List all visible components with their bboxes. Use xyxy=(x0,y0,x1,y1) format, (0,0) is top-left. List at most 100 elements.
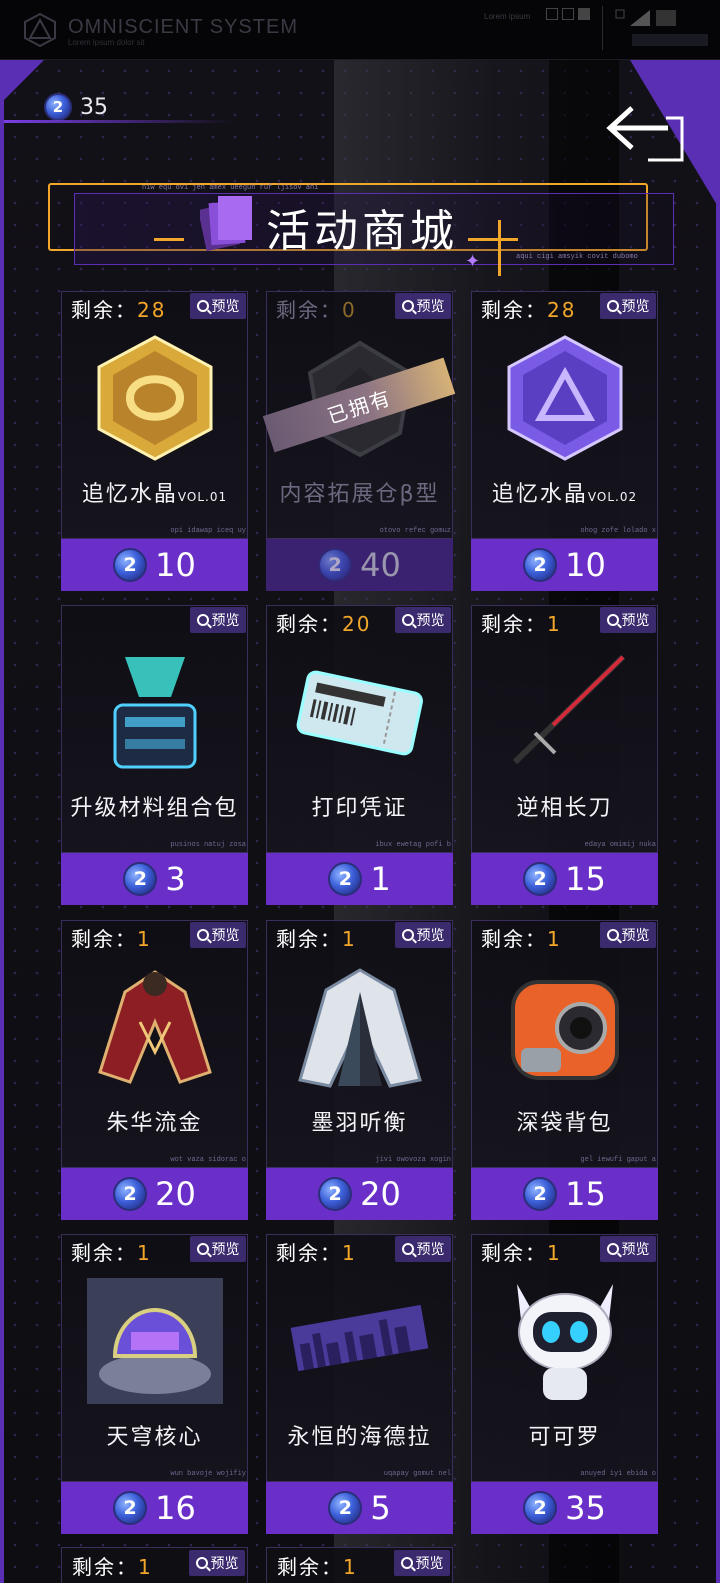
banner-small-text: aqui cigi amsyik covit dubomo xyxy=(516,253,638,261)
item-name: 逆相长刀 xyxy=(471,790,658,822)
preview-button[interactable]: 预览 xyxy=(395,922,451,948)
magnifier-icon xyxy=(400,1557,413,1569)
buy-button[interactable]: 2 16 xyxy=(61,1482,248,1534)
preview-button[interactable]: 预览 xyxy=(600,293,656,319)
remaining-count: 剩余：1 xyxy=(481,923,562,952)
remaining-count: 剩余：28 xyxy=(71,294,166,323)
shop-item-card[interactable]: 剩余：1 预览 深袋背包 gel iewufi gaput a 2 15 xyxy=(471,920,658,1222)
preview-button[interactable]: 预览 xyxy=(189,1550,245,1576)
buy-button[interactable]: 2 10 xyxy=(471,539,658,591)
magnifier-icon xyxy=(401,614,414,626)
preview-label: 预览 xyxy=(211,928,240,944)
shop-item-card[interactable]: 剩余：28 预览 追忆水晶VOL.02 ohog zofe lolado x 2 10 xyxy=(471,291,658,593)
blue-token-icon: 2 xyxy=(113,1491,148,1525)
remaining-count: 剩余：1 xyxy=(276,1237,357,1266)
shop-item-card[interactable]: 预览 升级材料组合包 pusinos natuj zosa 2 3 xyxy=(61,605,248,907)
buy-button[interactable]: 23 xyxy=(61,853,248,905)
blue-token-icon: 2 xyxy=(523,548,558,582)
price-value: 15 xyxy=(565,860,606,898)
remaining-count: 剩余：0 xyxy=(276,294,357,323)
buy-button[interactable]: 2 15 xyxy=(471,853,658,905)
system-divider xyxy=(602,6,603,50)
shop-panel: 2 35 niw equ ovi jen amex ueeguh ruf lji… xyxy=(0,60,720,1583)
item-name-text: 追忆水晶 xyxy=(81,482,178,507)
blue-token-icon: 2 xyxy=(523,862,558,896)
currency-underline xyxy=(4,120,234,123)
shop-item-card[interactable]: 剩余：20 预览 打印凭证 ibux ewetag pofi b 21 xyxy=(266,605,453,907)
currency-display: 2 35 xyxy=(44,93,108,121)
buy-button[interactable]: 21 xyxy=(266,853,453,905)
remaining-count: 剩余：1 xyxy=(481,608,562,637)
buy-button[interactable]: 2 35 xyxy=(471,1482,658,1534)
magnifier-icon xyxy=(606,300,619,312)
orange-backpack-icon xyxy=(491,960,639,1094)
dome-core-icon xyxy=(81,1274,229,1408)
magnifier-icon xyxy=(606,929,619,941)
magnifier-icon xyxy=(196,1243,209,1255)
shop-item-card[interactable]: 剩余：1 预览 xyxy=(61,1547,248,1583)
preview-button[interactable]: 预览 xyxy=(190,1236,246,1262)
preview-button[interactable]: 预览 xyxy=(394,1550,450,1576)
buy-button[interactable]: 2 20 xyxy=(61,1168,248,1220)
preview-button[interactable]: 预览 xyxy=(190,922,246,948)
remaining-value: 1 xyxy=(547,1241,562,1265)
magnifier-icon xyxy=(195,1557,208,1569)
item-name: 可可罗 xyxy=(471,1419,658,1451)
item-volume: VOL.02 xyxy=(587,490,638,504)
preview-label: 预览 xyxy=(621,299,650,315)
shop-item-card[interactable]: 剩余：1 预览 天穹核心 wun bavoje wojifiy 2 16 xyxy=(61,1234,248,1536)
preview-button[interactable]: 预览 xyxy=(600,1236,656,1262)
remaining-value: 1 xyxy=(137,927,152,951)
preview-button[interactable]: 预览 xyxy=(600,922,656,948)
preview-label: 预览 xyxy=(416,928,445,944)
magnifier-icon xyxy=(606,1243,619,1255)
remaining-count: 剩余：20 xyxy=(276,608,371,637)
item-small-text: anuyed iyi ebida o xyxy=(580,1470,656,1478)
item-name: 打印凭证 xyxy=(266,790,453,822)
item-name: 墨羽听衡 xyxy=(266,1105,453,1137)
shop-item-card[interactable]: 剩余：28 预览 追忆水晶VOL.01 opi idawap iceq uy 2 10 xyxy=(61,291,248,593)
item-name-text: 可可罗 xyxy=(528,1425,601,1450)
preview-button[interactable]: 预览 xyxy=(190,293,246,319)
item-name-text: 逆相长刀 xyxy=(516,796,613,821)
corner-decoration xyxy=(4,60,44,104)
preview-label: 预览 xyxy=(621,1242,650,1258)
preview-button[interactable]: 预览 xyxy=(395,1236,451,1262)
preview-button[interactable]: 预览 xyxy=(395,293,451,319)
blue-token-icon: 2 xyxy=(328,862,363,896)
preview-label: 预览 xyxy=(211,613,240,629)
back-arrow-icon[interactable] xyxy=(604,100,688,166)
shop-item-card[interactable]: 剩余：1 预览 逆相长刀 edaya omimij nuka 2 15 xyxy=(471,605,658,907)
blue-token-icon: 2 xyxy=(328,1491,363,1525)
sparkle-icon: ✦ xyxy=(465,251,481,272)
shop-item-card[interactable]: 剩余：1 预览 xyxy=(266,1547,453,1583)
buy-button[interactable]: 2 10 xyxy=(61,539,248,591)
buy-button[interactable]: 2 20 xyxy=(266,1168,453,1220)
remaining-value: 20 xyxy=(342,612,372,636)
price-value: 3 xyxy=(165,860,186,898)
shop-item-card[interactable]: 剩余：1 预览 永恒的海德拉 uqapay gomut nel 2 5 xyxy=(266,1234,453,1536)
shop-item-card[interactable]: 剩余：0 预览 已拥有 内容拓展仓β型 otovo refec gomuz 2 40 xyxy=(262,291,456,593)
item-name: 天穹核心 xyxy=(61,1419,248,1451)
preview-button[interactable]: 预览 xyxy=(600,607,656,633)
remaining-label: 剩余： xyxy=(276,1241,342,1265)
preview-button[interactable]: 预览 xyxy=(395,607,451,633)
buy-button[interactable]: 2 15 xyxy=(471,1168,658,1220)
remaining-value: 1 xyxy=(342,1241,357,1265)
item-name-text: 追忆水晶 xyxy=(491,482,588,507)
item-small-text: uqapay gomut nel xyxy=(383,1470,451,1478)
item-name-text: 打印凭证 xyxy=(311,796,408,821)
shop-item-card[interactable]: 剩余：1 预览 墨羽听衡 jivi owovoza xogin 2 20 xyxy=(266,920,453,1222)
buy-button[interactable]: 25 xyxy=(266,1482,453,1534)
shop-item-card[interactable]: 剩余：1 预览 朱华流金 wot vaza sidorac o 2 20 xyxy=(61,920,248,1222)
price-value: 15 xyxy=(565,1175,606,1213)
item-name-text: 内容拓展仓β型 xyxy=(279,482,440,507)
preview-button[interactable]: 预览 xyxy=(190,607,246,633)
buy-button[interactable]: 2 40 xyxy=(266,539,453,591)
remaining-label: 剩余： xyxy=(71,927,137,951)
magnifier-icon xyxy=(606,614,619,626)
remaining-label: 剩余： xyxy=(276,927,342,951)
preview-label: 预览 xyxy=(210,1556,239,1572)
item-name: 追忆水晶VOL.01 xyxy=(61,476,248,508)
shop-item-card[interactable]: 剩余：1 预览 可可罗 anuyed iyi ebida o 2 35 xyxy=(471,1234,658,1536)
